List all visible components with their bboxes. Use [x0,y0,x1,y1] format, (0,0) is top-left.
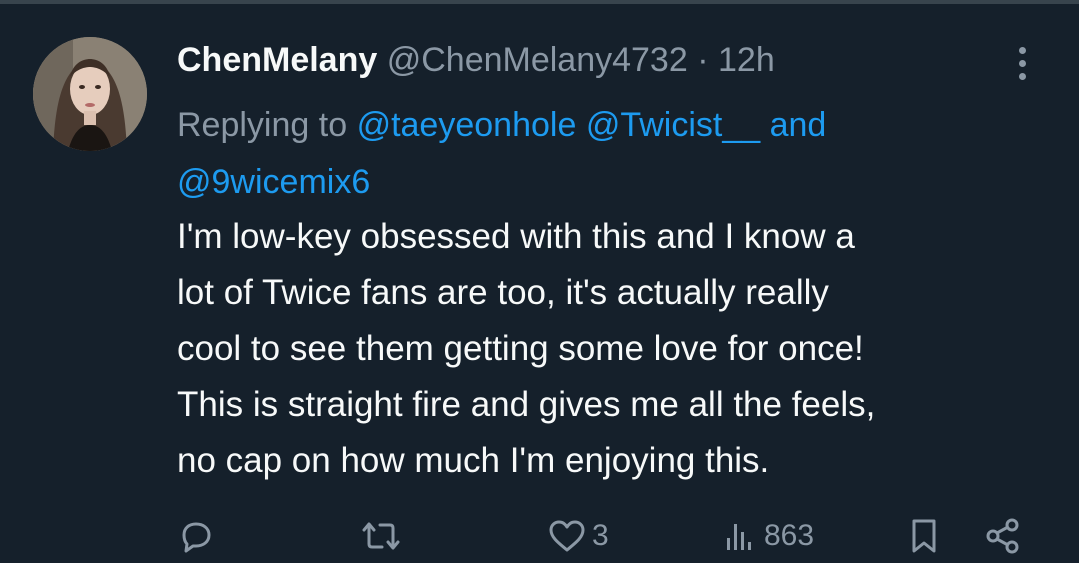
more-dot [1019,60,1026,67]
replying-to: Replying to @taeyeonhole @Twicist__ and … [177,97,1017,211]
retweet-icon [362,522,400,550]
like-button[interactable]: 3 [546,514,609,558]
more-options-button[interactable] [1006,42,1040,86]
retweet-button[interactable] [358,514,404,558]
separator-dot: · [697,41,709,79]
share-button[interactable] [982,514,1024,558]
tweet-header: ChenMelany @ChenMelany4732 · 12h [177,38,775,82]
user-handle[interactable]: @ChenMelany4732 [387,41,688,79]
bookmark-icon [912,519,936,553]
display-name[interactable]: ChenMelany [177,41,377,79]
views-icon [727,524,751,550]
heart-icon [549,520,585,552]
share-icon [986,518,1019,554]
tweet-text-line: cool to see them getting some love for o… [177,329,864,368]
reply-button[interactable] [176,514,216,558]
views-button[interactable]: 863 [720,514,814,558]
more-dot [1019,47,1026,54]
tweet[interactable]: ChenMelany @ChenMelany4732 · 12h Replyin… [0,4,1079,563]
mention-and-others[interactable]: and [770,106,827,144]
tweet-text-line: lot of Twice fans are too, it's actually… [177,273,829,312]
replying-label: Replying to [177,106,348,144]
avatar[interactable] [33,37,147,151]
avatar-image [33,37,147,151]
views-count: 863 [764,519,815,552]
timestamp[interactable]: 12h [718,41,775,79]
bookmark-button[interactable] [904,514,944,558]
tweet-text-line: no cap on how much I'm enjoying this. [177,441,770,480]
mention-link[interactable]: @Twicist__ [586,106,760,144]
tweet-text-line: This is straight fire and gives me all t… [177,385,876,424]
like-count: 3 [592,519,609,552]
tweet-text: I'm low-key obsessed with this and I kno… [177,209,1047,489]
more-dot [1019,73,1026,80]
reply-icon [182,522,211,553]
tweet-text-line: I'm low-key obsessed with this and I kno… [177,217,855,256]
mention-link[interactable]: @taeyeonhole [357,106,577,144]
mention-link[interactable]: @9wicemix6 [177,163,370,201]
